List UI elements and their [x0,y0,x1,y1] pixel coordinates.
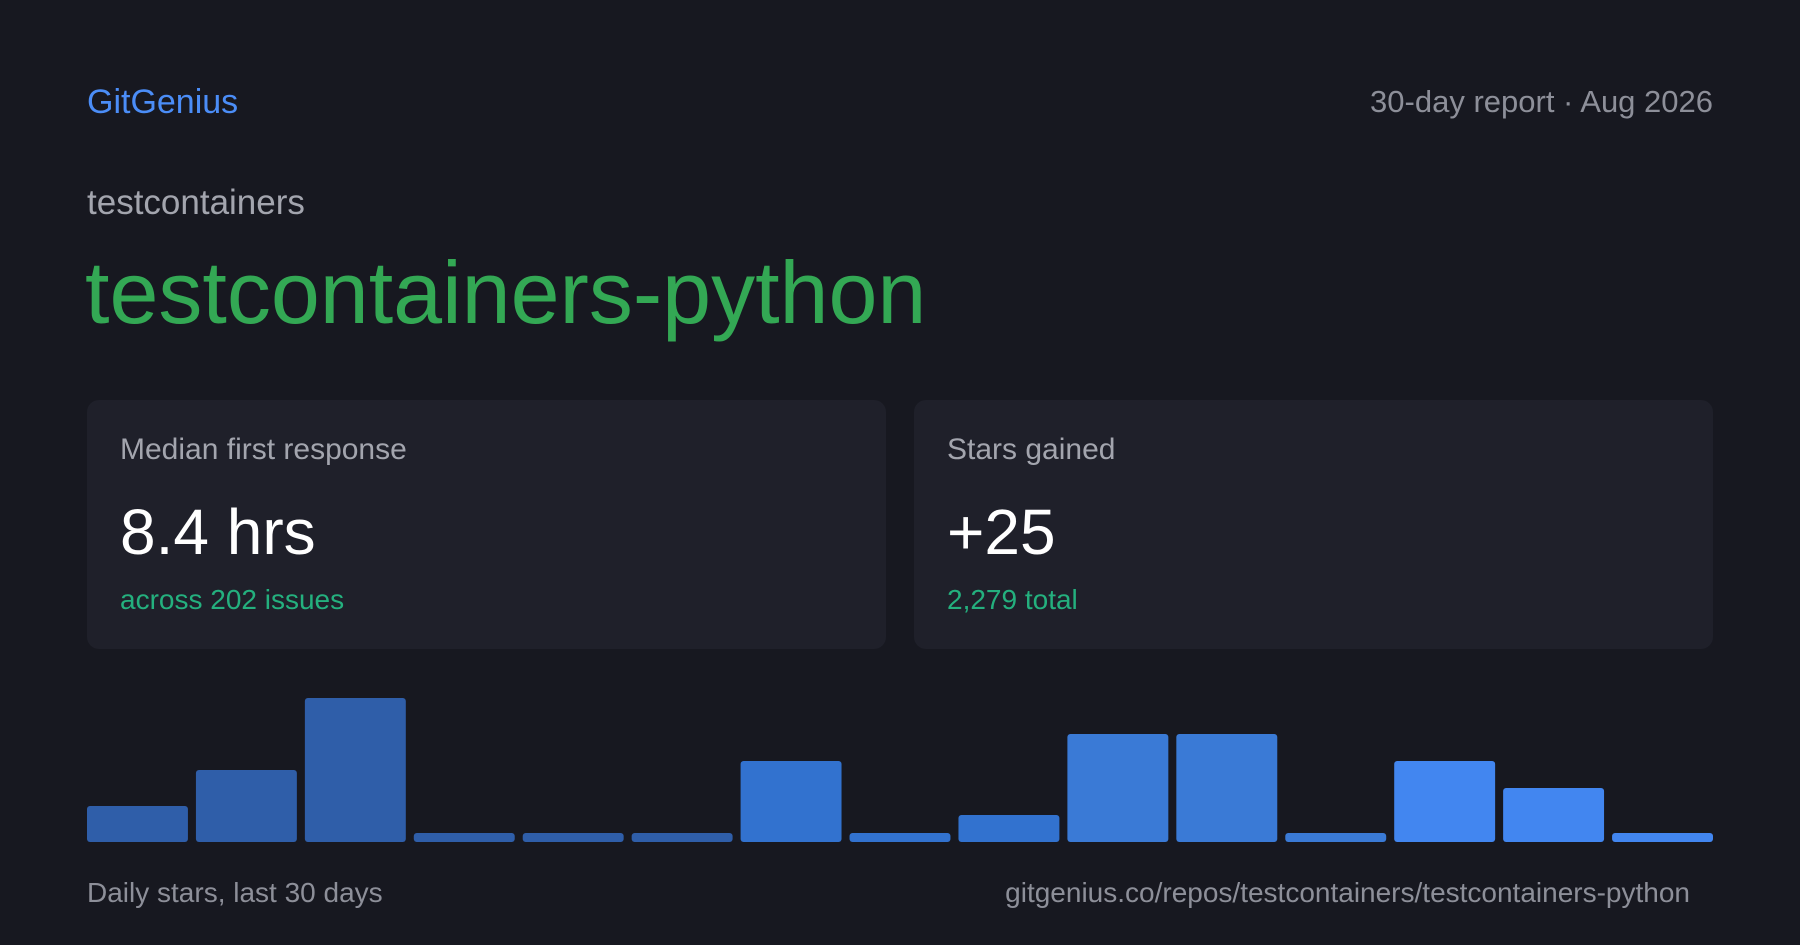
card-label: Median first response [120,433,407,466]
chart-bar [849,833,951,842]
chart-bar [1612,833,1713,842]
chart-bar [304,698,406,842]
chart-bar [1503,788,1605,842]
repo-name: testcontainers-python [85,243,927,342]
card-value: +25 [947,496,1056,568]
chart-bar [413,833,515,842]
brand-logo-text: GitGenius [87,83,239,121]
chart-bar [87,806,188,842]
chart-bar [195,770,297,842]
chart-bar [958,815,1060,842]
daily-stars-chart [87,690,1713,842]
stars-gained-card: Stars gained +25 2,279 total [914,400,1713,649]
chart-bar [1176,734,1278,842]
report-period: 30-day report · Aug 2026 [1370,84,1713,119]
chart-bar [1285,833,1387,842]
chart-bar [1067,734,1169,842]
chart-caption: Daily stars, last 30 days [87,877,383,908]
card-value: 8.4 hrs [120,496,316,568]
repo-owner: testcontainers [87,183,305,222]
chart-bar [1394,761,1496,842]
chart-svg [87,698,1713,842]
card-label: Stars gained [947,433,1116,466]
chart-bar [631,833,733,842]
median-response-card: Median first response 8.4 hrs across 202… [87,400,886,649]
chart-bar [522,833,624,842]
repo-url: gitgenius.co/repos/testcontainers/testco… [1005,877,1690,908]
card-subtext: 2,279 total [947,584,1078,615]
chart-bar [740,761,842,842]
card-subtext: across 202 issues [120,584,345,615]
